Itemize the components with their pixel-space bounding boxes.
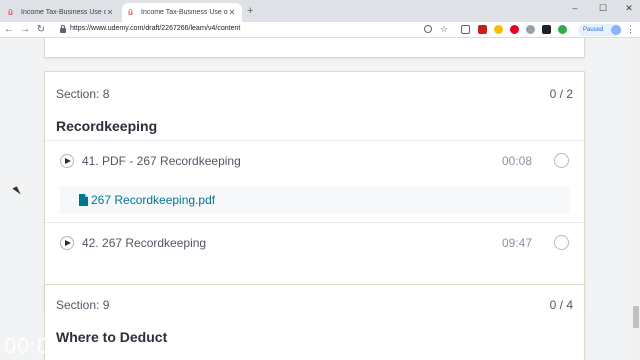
section-progress-count: 0 / 4 — [549, 298, 573, 312]
lecture-row[interactable]: 41. PDF - 267 Recordkeeping 00:08 — [45, 140, 584, 182]
course-content: Section: 8 0 / 2 Recordkeeping 41. PDF -… — [0, 38, 640, 360]
play-icon[interactable] — [60, 154, 74, 168]
lecture-title: 41. PDF - 267 Recordkeeping — [82, 154, 241, 168]
browser-menu-icon[interactable]: ⋮ — [626, 24, 635, 34]
minimize-button[interactable]: – — [568, 3, 582, 13]
lecture-row[interactable]: 42. 267 Recordkeeping 09:47 — [45, 222, 584, 264]
tab-title: Income Tax-Business Use of Hom — [21, 9, 106, 16]
tab-bar: ū Income Tax-Business Use of Hom ✕ ū Inc… — [0, 0, 640, 22]
extension-screen-icon[interactable] — [461, 25, 470, 34]
lecture-duration: 09:47 — [501, 236, 532, 250]
file-icon — [79, 194, 88, 206]
avatar — [611, 25, 621, 35]
lecture-complete-checkbox[interactable] — [554, 153, 569, 168]
browser-toolbar: ← → ↻ https://www.udemy.com/draft/226726… — [0, 22, 640, 38]
extension-circle-icon[interactable] — [526, 25, 535, 34]
bookmark-star-icon[interactable]: ☆ — [440, 25, 449, 34]
tab-title: Income Tax-Business Use of Hom — [141, 9, 228, 16]
video-timestamp-overlay: 00:0 — [4, 334, 49, 358]
forward-button[interactable]: → — [19, 23, 31, 37]
browser-tab[interactable]: ū Income Tax-Business Use of Hom ✕ — [2, 3, 120, 22]
udemy-favicon-icon: ū — [8, 7, 13, 17]
extension-shield-icon[interactable] — [542, 25, 551, 34]
section-title: Recordkeeping — [56, 118, 158, 134]
profile-status: Paused — [583, 27, 604, 33]
lecture-complete-checkbox[interactable] — [554, 235, 569, 250]
section-card: Section: 8 0 / 2 Recordkeeping 41. PDF -… — [44, 71, 585, 309]
pinterest-icon[interactable] — [510, 25, 519, 34]
address-bar[interactable]: https://www.udemy.com/draft/2267266/lear… — [70, 25, 240, 32]
resource-link[interactable]: 267 Recordkeeping.pdf — [91, 193, 215, 207]
scrollbar[interactable] — [632, 38, 640, 360]
section-card-previous — [44, 38, 585, 58]
section-title: Where to Deduct — [56, 329, 168, 345]
reload-button[interactable]: ↻ — [35, 23, 47, 37]
section-label: Section: 9 — [56, 298, 110, 312]
close-window-button[interactable]: ✕ — [622, 3, 636, 14]
resource-item[interactable]: 267 Recordkeeping.pdf — [60, 186, 570, 214]
udemy-favicon-icon: ū — [128, 7, 133, 17]
tab-close-icon[interactable]: ✕ — [106, 8, 114, 17]
maximize-button[interactable]: ☐ — [596, 3, 610, 14]
tab-close-icon[interactable]: ✕ — [228, 8, 236, 17]
play-icon[interactable] — [60, 236, 74, 250]
scrollbar-thumb[interactable] — [633, 306, 639, 328]
new-tab-button[interactable]: + — [247, 5, 253, 17]
lecture-title: 42. 267 Recordkeeping — [82, 236, 207, 250]
zoom-icon[interactable] — [424, 25, 432, 33]
section-card: Section: 9 0 / 4 Where to Deduct — [44, 284, 585, 360]
lecture-duration: 00:08 — [501, 154, 532, 168]
section-progress-count: 0 / 2 — [549, 87, 573, 101]
lock-icon — [60, 25, 66, 33]
grammarly-icon[interactable] — [558, 25, 567, 34]
section-label: Section: 8 — [56, 87, 110, 101]
back-button[interactable]: ← — [3, 23, 15, 37]
extension-coin-icon[interactable] — [494, 25, 503, 34]
browser-tab-active[interactable]: ū Income Tax-Business Use of Hom ✕ — [122, 3, 242, 22]
profile-button[interactable]: Paused — [578, 24, 622, 36]
extension-record-icon[interactable] — [478, 25, 487, 34]
